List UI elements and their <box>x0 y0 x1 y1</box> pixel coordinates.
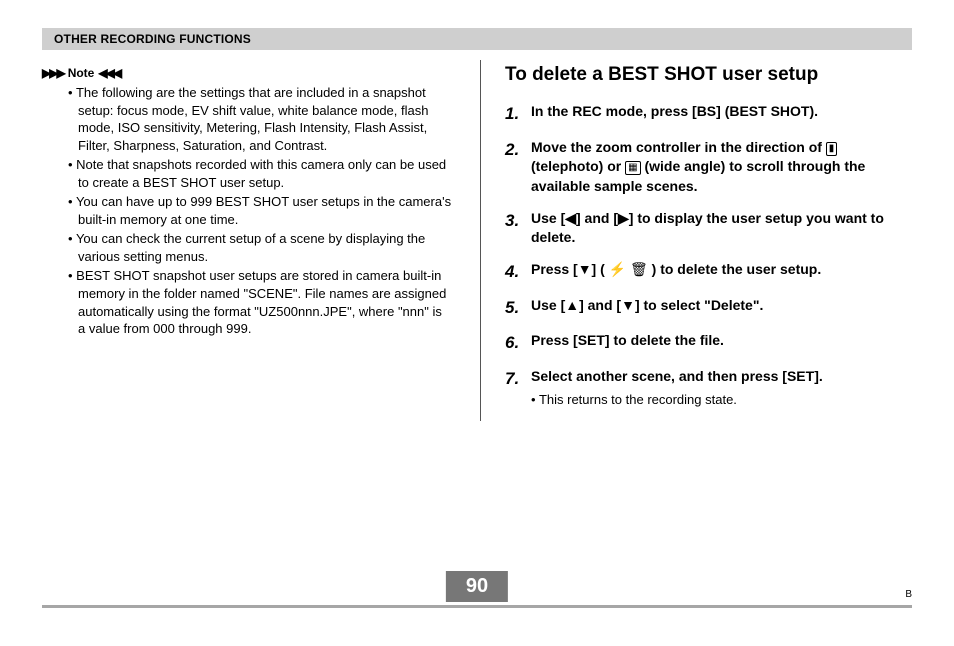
flash-icon: ⚡ <box>609 260 626 280</box>
footer-line <box>42 605 912 608</box>
note-item: The following are the settings that are … <box>68 84 452 154</box>
step-body: Press [SET] to delete the file. <box>531 331 892 355</box>
wide-angle-icon: ▦ <box>625 161 640 175</box>
right-column: To delete a BEST SHOT user setup 1. In t… <box>480 60 912 421</box>
note-label: Note <box>68 66 95 80</box>
step-body: Press [▼] ( ⚡ 🗑 ) to delete the user set… <box>531 260 892 284</box>
step-item: 7. Select another scene, and then press … <box>505 367 892 409</box>
trash-icon: 🗑 <box>630 260 648 280</box>
step-number: 3. <box>505 209 527 248</box>
step-number: 7. <box>505 367 527 409</box>
manual-page: OTHER RECORDING FUNCTIONS ▶▶▶ Note ◀◀◀ T… <box>0 0 954 646</box>
step-number: 1. <box>505 102 527 126</box>
step-item: 6. Press [SET] to delete the file. <box>505 331 892 355</box>
steps-list: 1. In the REC mode, press [BS] (BEST SHO… <box>505 102 892 409</box>
note-item: You can check the current setup of a sce… <box>68 230 452 265</box>
step-text: Select another scene, and then press [SE… <box>531 368 823 384</box>
telephoto-icon: ▮ <box>826 142 838 156</box>
note-header: ▶▶▶ Note ◀◀◀ <box>42 66 452 80</box>
step-item: 3. Use [◀] and [▶] to display the user s… <box>505 209 892 248</box>
note-arrow-left-icon: ▶▶▶ <box>42 66 64 80</box>
step-text: ) to delete the user setup. <box>648 261 821 277</box>
step-item: 2. Move the zoom controller in the direc… <box>505 138 892 197</box>
page-number: 90 <box>446 571 508 602</box>
procedure-title: To delete a BEST SHOT user setup <box>505 64 892 86</box>
note-list: The following are the settings that are … <box>42 84 452 338</box>
note-item: BEST SHOT snapshot user setups are store… <box>68 267 452 337</box>
step-sub: This returns to the recording state. <box>531 391 892 409</box>
step-number: 6. <box>505 331 527 355</box>
step-body: Select another scene, and then press [SE… <box>531 367 892 409</box>
step-number: 2. <box>505 138 527 197</box>
step-item: 4. Press [▼] ( ⚡ 🗑 ) to delete the user … <box>505 260 892 284</box>
page-footer: 90 B <box>42 599 912 608</box>
left-column: ▶▶▶ Note ◀◀◀ The following are the setti… <box>42 60 460 421</box>
step-body: In the REC mode, press [BS] (BEST SHOT). <box>531 102 892 126</box>
note-item: Note that snapshots recorded with this c… <box>68 156 452 191</box>
footer-right-marker: B <box>905 589 912 600</box>
step-text: (telephoto) or <box>531 158 625 174</box>
step-body: Use [▲] and [▼] to select "Delete". <box>531 296 892 320</box>
step-number: 5. <box>505 296 527 320</box>
step-item: 5. Use [▲] and [▼] to select "Delete". <box>505 296 892 320</box>
step-text: Move the zoom controller in the directio… <box>531 139 826 155</box>
section-header: OTHER RECORDING FUNCTIONS <box>42 28 912 50</box>
step-item: 1. In the REC mode, press [BS] (BEST SHO… <box>505 102 892 126</box>
note-item: You can have up to 999 BEST SHOT user se… <box>68 193 452 228</box>
step-number: 4. <box>505 260 527 284</box>
step-body: Use [◀] and [▶] to display the user setu… <box>531 209 892 248</box>
step-body: Move the zoom controller in the directio… <box>531 138 892 197</box>
step-text: Press [▼] ( <box>531 261 609 277</box>
note-arrow-right-icon: ◀◀◀ <box>98 66 120 80</box>
